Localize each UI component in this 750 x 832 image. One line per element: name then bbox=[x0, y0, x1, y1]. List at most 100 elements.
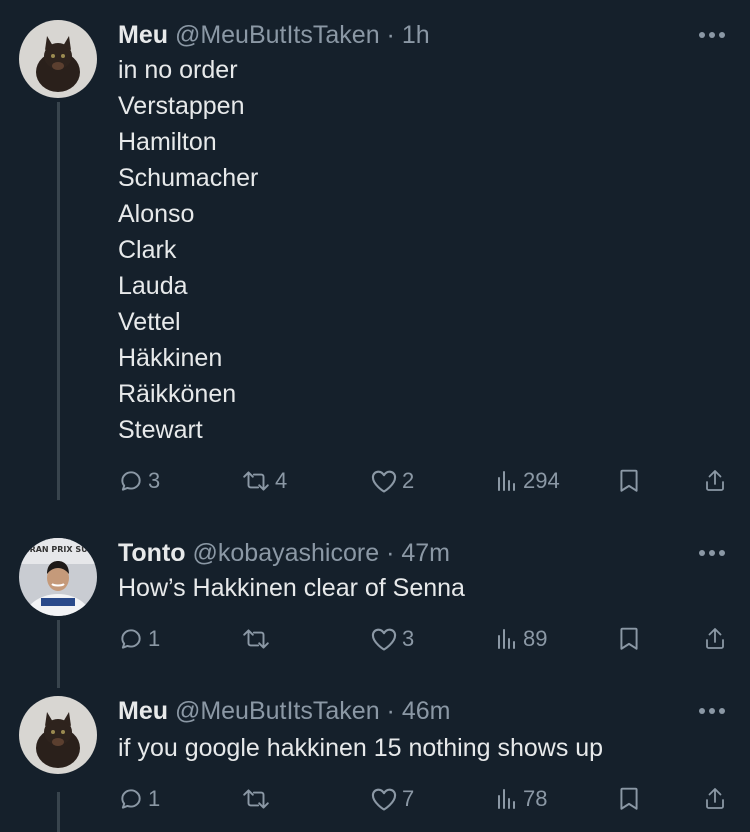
tweet-text: if you google hakkinen 15 nothing shows … bbox=[118, 730, 603, 766]
reply-button[interactable]: 3 bbox=[118, 466, 160, 496]
tweet-text-line: Räikkönen bbox=[118, 380, 237, 408]
separator-dot: · bbox=[386, 539, 395, 567]
tweet-header: Meu @MeuButItsTaken · 1h bbox=[118, 20, 430, 50]
view-count: 78 bbox=[523, 786, 548, 811]
display-name[interactable]: Meu bbox=[118, 21, 168, 49]
heart-icon bbox=[371, 788, 397, 811]
bookmark-icon bbox=[620, 469, 638, 492]
thread-line bbox=[57, 792, 60, 832]
user-handle[interactable]: @MeuButItsTaken bbox=[175, 21, 380, 49]
more-icon bbox=[699, 32, 725, 38]
timestamp[interactable]: 46m bbox=[402, 697, 451, 725]
retweet-icon bbox=[243, 629, 269, 649]
avatar[interactable] bbox=[19, 20, 97, 98]
avatar[interactable] bbox=[19, 696, 97, 774]
views-button[interactable]: 89 bbox=[495, 624, 547, 654]
share-icon bbox=[706, 628, 724, 649]
tweet-3[interactable]: Meu @MeuButItsTaken · 46m if you google … bbox=[0, 696, 750, 832]
conversation-thread: Meu @MeuButItsTaken · 1h in no order Ver… bbox=[0, 0, 750, 832]
bookmark-button[interactable] bbox=[618, 466, 640, 496]
tweet-actions: 1 3 89 bbox=[118, 624, 728, 654]
avatar-driver-image: GRAN PRIX SUZUKA 2012 bbox=[19, 538, 97, 616]
views-button[interactable]: 78 bbox=[495, 784, 547, 814]
separator-dot: · bbox=[386, 21, 395, 49]
avatar-backdrop-text: GRAN PRIX SUZUKA 2012 bbox=[23, 545, 97, 554]
bookmark-icon bbox=[620, 787, 638, 810]
tweet-text-line: Vettel bbox=[118, 308, 181, 336]
separator-dot: · bbox=[386, 697, 395, 725]
share-button[interactable] bbox=[703, 624, 727, 654]
timestamp[interactable]: 1h bbox=[402, 21, 430, 49]
bookmark-icon bbox=[620, 627, 638, 650]
display-name[interactable]: Meu bbox=[118, 697, 168, 725]
tweet-header: Meu @MeuButItsTaken · 46m bbox=[118, 696, 450, 726]
user-handle[interactable]: @MeuButItsTaken bbox=[175, 697, 380, 725]
reply-button[interactable]: 1 bbox=[118, 784, 160, 814]
tweet-text-line: in no order bbox=[118, 56, 238, 84]
thread-line bbox=[57, 102, 60, 500]
share-icon bbox=[706, 470, 724, 491]
reply-icon bbox=[121, 629, 141, 649]
retweet-icon bbox=[243, 471, 269, 491]
tweet-text-line: Hamilton bbox=[118, 128, 217, 156]
like-count: 7 bbox=[402, 786, 415, 811]
tweet-text: in no order Verstappen Hamilton Schumach… bbox=[118, 52, 258, 448]
views-icon bbox=[498, 629, 515, 649]
tweet-text-line: Schumacher bbox=[118, 164, 259, 192]
tweet-text-line: Häkkinen bbox=[118, 344, 223, 372]
heart-icon bbox=[371, 628, 397, 651]
like-button[interactable]: 2 bbox=[370, 466, 414, 496]
more-button[interactable] bbox=[694, 696, 730, 726]
reply-icon bbox=[121, 789, 141, 809]
more-button[interactable] bbox=[694, 538, 730, 568]
tweet-text-line: Alonso bbox=[118, 200, 195, 228]
tweet-text-line: Stewart bbox=[118, 416, 203, 444]
more-button[interactable] bbox=[694, 20, 730, 50]
timestamp[interactable]: 47m bbox=[401, 539, 450, 567]
retweet-button[interactable] bbox=[241, 784, 275, 814]
thread-line bbox=[57, 620, 60, 688]
more-icon bbox=[699, 550, 725, 556]
views-icon bbox=[498, 789, 515, 809]
tweet-text-line: How’s Hakkinen clear of Senna bbox=[118, 574, 465, 602]
more-icon bbox=[699, 708, 725, 714]
like-button[interactable]: 7 bbox=[370, 784, 414, 814]
tweet-header: Tonto @kobayashicore · 47m bbox=[118, 538, 450, 568]
tweet-text-line: Lauda bbox=[118, 272, 188, 300]
views-icon bbox=[498, 471, 515, 491]
avatar[interactable]: GRAN PRIX SUZUKA 2012 bbox=[19, 538, 97, 616]
reply-count: 1 bbox=[148, 626, 161, 651]
tweet-2[interactable]: GRAN PRIX SUZUKA 2012 Tonto @kobayashico… bbox=[0, 538, 750, 688]
tweet-1[interactable]: Meu @MeuButItsTaken · 1h in no order Ver… bbox=[0, 20, 750, 500]
view-count: 294 bbox=[523, 468, 560, 493]
reply-icon bbox=[121, 471, 141, 491]
tweet-actions: 1 7 78 bbox=[118, 784, 728, 814]
retweet-button[interactable]: 4 bbox=[241, 466, 287, 496]
retweet-icon bbox=[243, 789, 269, 809]
views-button[interactable]: 294 bbox=[495, 466, 560, 496]
user-handle[interactable]: @kobayashicore bbox=[193, 539, 380, 567]
tweet-text-line: Clark bbox=[118, 236, 177, 264]
tweet-text-line: Verstappen bbox=[118, 92, 245, 120]
like-count: 3 bbox=[402, 626, 415, 651]
reply-count: 3 bbox=[148, 468, 161, 493]
display-name[interactable]: Tonto bbox=[118, 539, 186, 567]
share-icon bbox=[706, 788, 724, 809]
reply-count: 1 bbox=[148, 786, 161, 811]
retweet-count: 4 bbox=[275, 468, 288, 493]
like-button[interactable]: 3 bbox=[370, 624, 414, 654]
tweet-actions: 3 4 2 294 bbox=[118, 466, 728, 496]
like-count: 2 bbox=[402, 468, 415, 493]
share-button[interactable] bbox=[703, 466, 727, 496]
view-count: 89 bbox=[523, 626, 548, 651]
retweet-button[interactable] bbox=[241, 624, 275, 654]
heart-icon bbox=[371, 470, 397, 493]
bookmark-button[interactable] bbox=[618, 784, 640, 814]
avatar-cat-image bbox=[19, 696, 97, 774]
bookmark-button[interactable] bbox=[618, 624, 640, 654]
tweet-text-line: if you google hakkinen 15 nothing shows … bbox=[118, 734, 604, 762]
reply-button[interactable]: 1 bbox=[118, 624, 160, 654]
avatar-cat-image bbox=[19, 20, 97, 98]
tweet-text: How’s Hakkinen clear of Senna bbox=[118, 570, 465, 606]
share-button[interactable] bbox=[703, 784, 727, 814]
